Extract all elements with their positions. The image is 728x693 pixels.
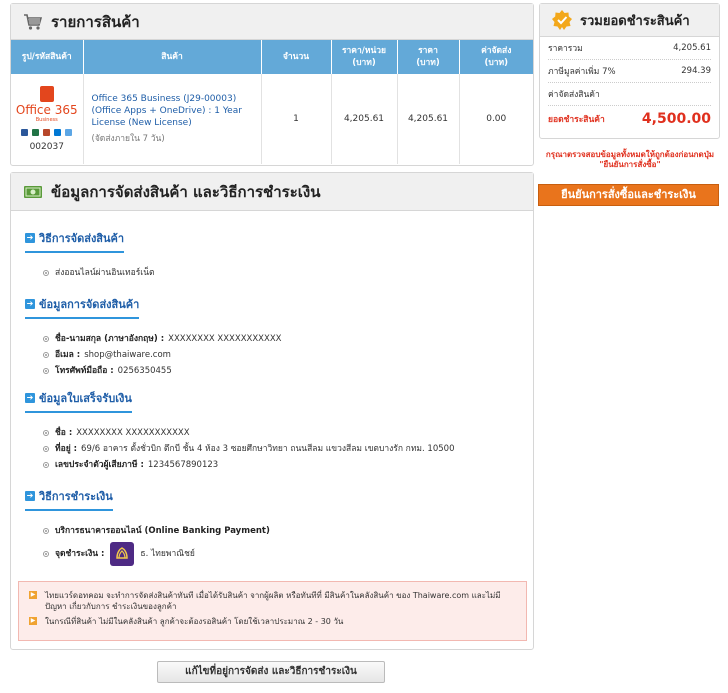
product-name-link[interactable]: Office 365 Business (J29-00003) (Office … — [92, 93, 253, 129]
shopping-cart-icon — [24, 13, 43, 30]
product-code: 002037 — [29, 142, 64, 152]
product-unit-price: 4,205.61 — [331, 74, 398, 164]
product-qty: 1 — [261, 74, 332, 164]
shipping-payment-title: ข้อมูลการจัดส่งสินค้า และวิธีการชำระเงิน — [51, 182, 321, 201]
section-shipping-method: ➔ วิธีการจัดส่งสินค้า ส่งออนไลน์ผ่านอินเ… — [25, 229, 155, 281]
col-shipping: ค่าจัดส่ง (บาท) — [459, 40, 533, 74]
confirm-order-button[interactable]: ยืนยันการสั่งซื้อและชำระเงิน — [538, 184, 719, 206]
order-summary-title: รวมยอดชำระสินค้า — [580, 13, 690, 29]
list-item: ▶ ในกรณีที่สินค้า ไม่มีในคลังสินค้า ลูกค… — [29, 617, 344, 626]
list-item: บริการธนาคารออนไลน์ (Online Banking Paym… — [43, 523, 274, 539]
bullet-icon — [43, 430, 49, 436]
list-item: อีเมล : shop@thaiware.com — [43, 347, 281, 363]
col-image-code: รูป/รหัสสินค้า — [11, 40, 84, 74]
arrow-right-icon: ➔ — [25, 299, 35, 309]
col-price: ราคา (บาท) — [397, 40, 460, 74]
summary-row-total: ยอดชำระสินค้า 4,500.00 — [548, 111, 711, 127]
bullet-icon — [43, 336, 49, 342]
list-item: ชื่อ-นามสกุล (ภาษาอังกฤษ) : XXXXXXXX XXX… — [43, 331, 281, 347]
list-item: จุดชำระเงิน : ธ. ไทยพาณิชย์ — [43, 539, 274, 569]
section-payment-method: ➔ วิธีการชำระเงิน บริการธนาคารออนไลน์ (O… — [25, 487, 274, 569]
product-shipping-cost: 0.00 — [486, 114, 507, 124]
summary-row-subtotal: ราคารวม 4,205.61 — [548, 37, 711, 60]
scb-bank-icon — [110, 542, 135, 566]
shipping-payment-header: ข้อมูลการจัดส่งสินค้า และวิธีการชำระเงิน — [11, 173, 533, 211]
list-item: ส่งออนไลน์ผ่านอินเทอร์เน็ต — [43, 265, 155, 281]
summary-row-shipping: ค่าจัดส่งสินค้า — [548, 83, 711, 106]
summary-row-vat: ภาษีมูลค่าเพิ่ม 7% 294.39 — [548, 60, 711, 83]
product-delivery-note: (จัดส่งภายใน 7 วัน) — [91, 134, 165, 144]
list-item: เลขประจำตัวผู้เสียภาษี : 1234567890123 — [43, 457, 454, 473]
arrow-right-icon: ➔ — [25, 491, 35, 501]
bullet-icon — [43, 368, 49, 374]
col-qty: จำนวน — [261, 40, 332, 74]
col-product: สินค้า — [83, 40, 262, 74]
product-list-title: รายการสินค้า — [51, 12, 140, 31]
bullet-icon — [43, 462, 49, 468]
outlook-icon — [54, 129, 62, 136]
badge-check-icon — [552, 10, 572, 30]
onedrive-icon — [65, 129, 73, 136]
list-item: โทรศัพท์มือถือ : 0256350455 — [43, 363, 281, 379]
product-name-cell: Office 365 Business (J29-00003) (Office … — [83, 74, 262, 164]
arrow-right-icon: ➔ — [25, 233, 35, 243]
order-summary-panel: รวมยอดชำระสินค้า ราคารวม 4,205.61 ภาษีมู… — [539, 3, 720, 139]
powerpoint-icon — [43, 129, 51, 136]
product-price: 4,205.61 — [397, 74, 460, 164]
arrow-right-icon: ➔ — [25, 393, 35, 403]
list-item: ที่อยู่ : 69/6 อาคาร ตั้งชั่วบิก ตึกบี ช… — [43, 441, 454, 457]
bullet-icon — [43, 446, 49, 452]
col-unit-price: ราคา/หน่วย (บาท) — [331, 40, 398, 74]
office-apps-icons — [21, 129, 73, 136]
bullet-icon — [43, 352, 49, 358]
edit-shipping-button[interactable]: แก้ไขที่อยู่การจัดส่ง และวิธีการชำระเงิน — [157, 661, 385, 683]
section-title: ➔ ข้อมูลการจัดส่งสินค้า — [25, 295, 140, 319]
arrow-right-icon: ▶ — [29, 617, 37, 625]
table-row: Office 365 Business 002037 Office 365 Bu… — [11, 74, 533, 164]
order-summary-header: รวมยอดชำระสินค้า — [540, 4, 719, 37]
word-icon — [21, 129, 29, 136]
section-delivery-info: ➔ ข้อมูลการจัดส่งสินค้า ชื่อ-นามสกุล (ภา… — [25, 295, 281, 379]
product-list-panel: รายการสินค้า รูป/รหัสสินค้า สินค้า จำนวน… — [10, 3, 534, 166]
logo-sub: Business — [35, 117, 58, 123]
arrow-right-icon: ▶ — [29, 591, 37, 599]
section-invoice-info: ➔ ข้อมูลใบเสร็จรับเงิน ชื่อ : XXXXXXXX X… — [25, 389, 454, 473]
confirm-warning-text: กรุณาตรวจสอบข้อมูลทั้งหมดให้ถูกต้องก่อนก… — [545, 150, 715, 169]
excel-icon — [32, 129, 40, 136]
product-list-header: รายการสินค้า — [11, 4, 533, 40]
money-icon — [24, 185, 42, 198]
bullet-icon — [43, 270, 49, 276]
delivery-notes-box: ▶ ไทยแวร์ดอทคอม จะทำการจัดส่งสินค้าทันที… — [18, 581, 527, 641]
bullet-icon — [43, 551, 49, 557]
shipping-payment-panel: ข้อมูลการจัดส่งสินค้า และวิธีการชำระเงิน… — [10, 172, 534, 650]
office-logo-icon — [39, 86, 54, 102]
office-365-logo[interactable]: Office 365 Business 002037 — [11, 86, 83, 152]
section-title: ➔ วิธีการจัดส่งสินค้า — [25, 229, 125, 253]
section-title: ➔ ข้อมูลใบเสร็จรับเงิน — [25, 389, 132, 413]
product-image-cell: Office 365 Business 002037 — [11, 74, 84, 164]
list-item: ▶ ไทยแวร์ดอทคอม จะทำการจัดส่งสินค้าทันที… — [29, 591, 501, 611]
bullet-icon — [43, 528, 49, 534]
logo-name: Office 365 — [15, 103, 78, 117]
section-title: ➔ วิธีการชำระเงิน — [25, 487, 113, 511]
product-table: รูป/รหัสสินค้า สินค้า จำนวน ราคา/หน่วย (… — [11, 40, 533, 164]
table-header-row: รูป/รหัสสินค้า สินค้า จำนวน ราคา/หน่วย (… — [11, 40, 533, 74]
list-item: ชื่อ : XXXXXXXX XXXXXXXXXXX — [43, 425, 454, 441]
